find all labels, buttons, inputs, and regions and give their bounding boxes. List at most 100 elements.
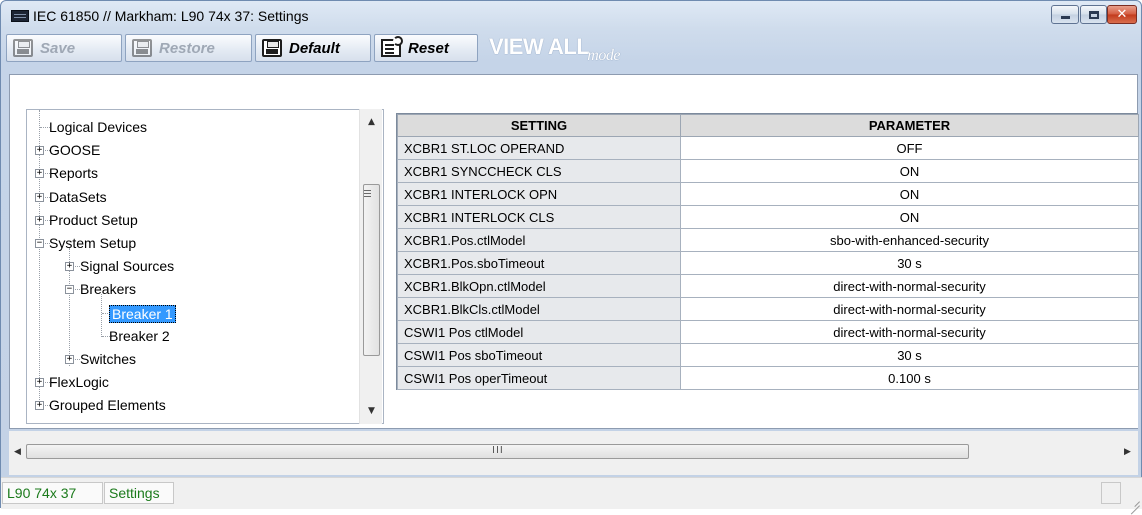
- mode-label: mode: [587, 47, 620, 64]
- table-row[interactable]: XCBR1 ST.LOC OPERAND OFF: [397, 136, 1139, 160]
- scroll-down-arrow-icon[interactable]: ▼: [360, 402, 383, 419]
- tree-item-label: Switches: [80, 351, 137, 367]
- tree-item-flexlogic[interactable]: + FlexLogic: [27, 371, 383, 394]
- parameter-value-cell[interactable]: 30 s: [680, 343, 1139, 367]
- tree-item-breaker-1[interactable]: Breaker 1: [27, 302, 383, 325]
- save-button[interactable]: Save: [6, 34, 122, 62]
- status-device: L90 74x 37: [2, 482, 103, 504]
- expand-plus-icon[interactable]: +: [35, 378, 44, 388]
- window-title: IEC 61850 // Markham: L90 74x 37: Settin…: [33, 8, 309, 24]
- tree-item-switches[interactable]: + Switches: [27, 348, 383, 371]
- toolbar: Save Restore Default Reset VIEW ALLmode: [6, 32, 706, 66]
- expand-plus-icon[interactable]: +: [35, 169, 44, 179]
- tree-item-grouped-elements[interactable]: + Grouped Elements: [27, 394, 383, 417]
- table-row[interactable]: XCBR1.Pos.sboTimeout 30 s: [397, 251, 1139, 275]
- table-header-row: SETTING PARAMETER: [397, 114, 1139, 137]
- tree-vertical-scrollbar[interactable]: ▲ ▼: [359, 109, 382, 424]
- reset-icon: [381, 36, 403, 57]
- tree-item-reports[interactable]: + Reports: [27, 162, 383, 185]
- restore-button-label: Restore: [159, 39, 215, 57]
- setting-name-cell: XCBR1.Pos.ctlModel: [397, 228, 681, 252]
- minimize-button[interactable]: [1051, 5, 1079, 24]
- tree-item-label: DataSets: [49, 188, 107, 205]
- tree-item-label: Product Setup: [49, 211, 138, 228]
- parameter-value-cell[interactable]: OFF: [680, 136, 1139, 160]
- status-empty-panel: [1101, 482, 1121, 504]
- save-disk-icon: [13, 39, 33, 57]
- view-all-label: VIEW ALL: [489, 34, 590, 59]
- close-icon: ✕: [1116, 7, 1128, 22]
- parameter-value-cell[interactable]: direct-with-normal-security: [680, 320, 1139, 344]
- table-row[interactable]: XCBR1.Pos.ctlModel sbo-with-enhanced-secu…: [397, 228, 1139, 252]
- setting-name-cell: XCBR1.BlkCls.ctlModel: [397, 297, 681, 321]
- scroll-left-arrow-icon[interactable]: ◀: [9, 442, 26, 461]
- tree-item-label: Reports: [49, 165, 99, 182]
- scroll-up-arrow-icon[interactable]: ▲: [360, 113, 383, 130]
- horizontal-scroll-area: ◀ III ▶: [9, 431, 1138, 475]
- parameter-value-cell[interactable]: ON: [680, 159, 1139, 183]
- tree-item-label: Grouped Elements: [49, 397, 166, 414]
- settings-tree[interactable]: Logical Devices + GOOSE + Reports + DataSets + P…: [26, 109, 384, 424]
- table-row[interactable]: XCBR1 INTERLOCK OPN ON: [397, 182, 1139, 206]
- maximize-button[interactable]: [1080, 5, 1107, 24]
- setting-name-cell: CSWI1 Pos ctlModel: [397, 320, 681, 344]
- setting-column-header[interactable]: SETTING: [397, 114, 681, 137]
- parameter-value-cell[interactable]: ON: [680, 182, 1139, 206]
- settings-table: SETTING PARAMETER XCBR1 ST.LOC OPERAND OF…: [397, 114, 1139, 390]
- parameter-value-cell[interactable]: 0.100 s: [680, 366, 1139, 390]
- table-row[interactable]: XCBR1 SYNCCHECK CLS ON: [397, 159, 1139, 183]
- settings-table-container: SETTING PARAMETER XCBR1 ST.LOC OPERAND OF…: [396, 113, 1139, 390]
- expand-plus-icon[interactable]: +: [35, 215, 44, 225]
- tree-item-label: Breaker 2: [109, 327, 170, 344]
- minimize-icon: [1060, 16, 1070, 19]
- tree-item-system-setup[interactable]: − System Setup: [27, 232, 383, 255]
- horizontal-scrollbar[interactable]: ◀ III ▶: [9, 442, 1138, 461]
- parameter-value-cell[interactable]: direct-with-normal-security: [680, 274, 1139, 298]
- tree-item-datasets[interactable]: + DataSets: [27, 186, 383, 209]
- parameter-column-header[interactable]: PARAMETER: [680, 114, 1139, 137]
- expand-plus-icon[interactable]: +: [35, 192, 44, 202]
- tree-item-label: FlexLogic: [49, 374, 109, 391]
- tree-item-logical-devices[interactable]: Logical Devices: [27, 116, 383, 139]
- tree-item-signal-sources[interactable]: + Signal Sources: [27, 255, 383, 278]
- default-disk-icon: [262, 39, 282, 57]
- resize-grip-icon[interactable]: [1128, 494, 1140, 506]
- save-button-label: Save: [40, 39, 76, 57]
- expand-plus-icon[interactable]: +: [35, 401, 44, 411]
- table-row[interactable]: CSWI1 Pos ctlModel direct-with-normal-sec…: [397, 320, 1139, 344]
- expand-plus-icon[interactable]: +: [35, 146, 44, 156]
- collapse-minus-icon[interactable]: −: [65, 285, 74, 295]
- table-row[interactable]: XCBR1 INTERLOCK CLS ON: [397, 205, 1139, 229]
- tree-item-label: Breaker 1: [109, 304, 176, 323]
- table-row[interactable]: CSWI1 Pos operTimeout 0.100 s: [397, 366, 1139, 390]
- tree-scroll-thumb[interactable]: [363, 184, 380, 356]
- tree-item-breakers[interactable]: − Breakers: [27, 278, 383, 301]
- expand-plus-icon[interactable]: +: [65, 262, 74, 272]
- settings-grid: SETTING PARAMETER XCBR1 ST.LOC OPERAND OF…: [396, 113, 1139, 428]
- tree-item-product-setup[interactable]: + Product Setup: [27, 209, 383, 232]
- scroll-right-arrow-icon[interactable]: ▶: [1119, 442, 1136, 461]
- table-row[interactable]: XCBR1.BlkOpn.ctlModel direct-with-normal-…: [397, 274, 1139, 298]
- collapse-minus-icon[interactable]: −: [35, 239, 44, 248]
- setting-name-cell: XCBR1 INTERLOCK OPN: [397, 182, 681, 206]
- setting-name-cell: XCBR1 INTERLOCK CLS: [397, 205, 681, 229]
- tree-item-label: Logical Devices: [49, 119, 148, 135]
- parameter-value-cell[interactable]: sbo-with-enhanced-security: [680, 228, 1139, 252]
- close-button[interactable]: ✕: [1107, 5, 1137, 24]
- expand-plus-icon[interactable]: +: [65, 355, 74, 364]
- maximize-icon: [1088, 10, 1099, 19]
- parameter-value-cell[interactable]: direct-with-normal-security: [680, 297, 1139, 321]
- setting-name-cell: XCBR1.Pos.sboTimeout: [397, 251, 681, 275]
- restore-button[interactable]: Restore: [125, 34, 252, 62]
- default-button[interactable]: Default: [255, 34, 371, 62]
- tree-item-goose[interactable]: + GOOSE: [27, 139, 383, 162]
- tree-item-breaker-2[interactable]: Breaker 2: [27, 325, 383, 348]
- parameter-value-cell[interactable]: 30 s: [680, 251, 1139, 275]
- tree-item-label: System Setup: [49, 235, 137, 251]
- reset-button[interactable]: Reset: [374, 34, 478, 62]
- view-all-mode-indicator: VIEW ALLmode: [489, 34, 620, 64]
- table-row[interactable]: XCBR1.BlkCls.ctlModel direct-with-normal-…: [397, 297, 1139, 321]
- parameter-value-cell[interactable]: ON: [680, 205, 1139, 229]
- table-row[interactable]: CSWI1 Pos sboTimeout 30 s: [397, 343, 1139, 367]
- title-bar[interactable]: IEC 61850 // Markham: L90 74x 37: Settin…: [1, 1, 1141, 31]
